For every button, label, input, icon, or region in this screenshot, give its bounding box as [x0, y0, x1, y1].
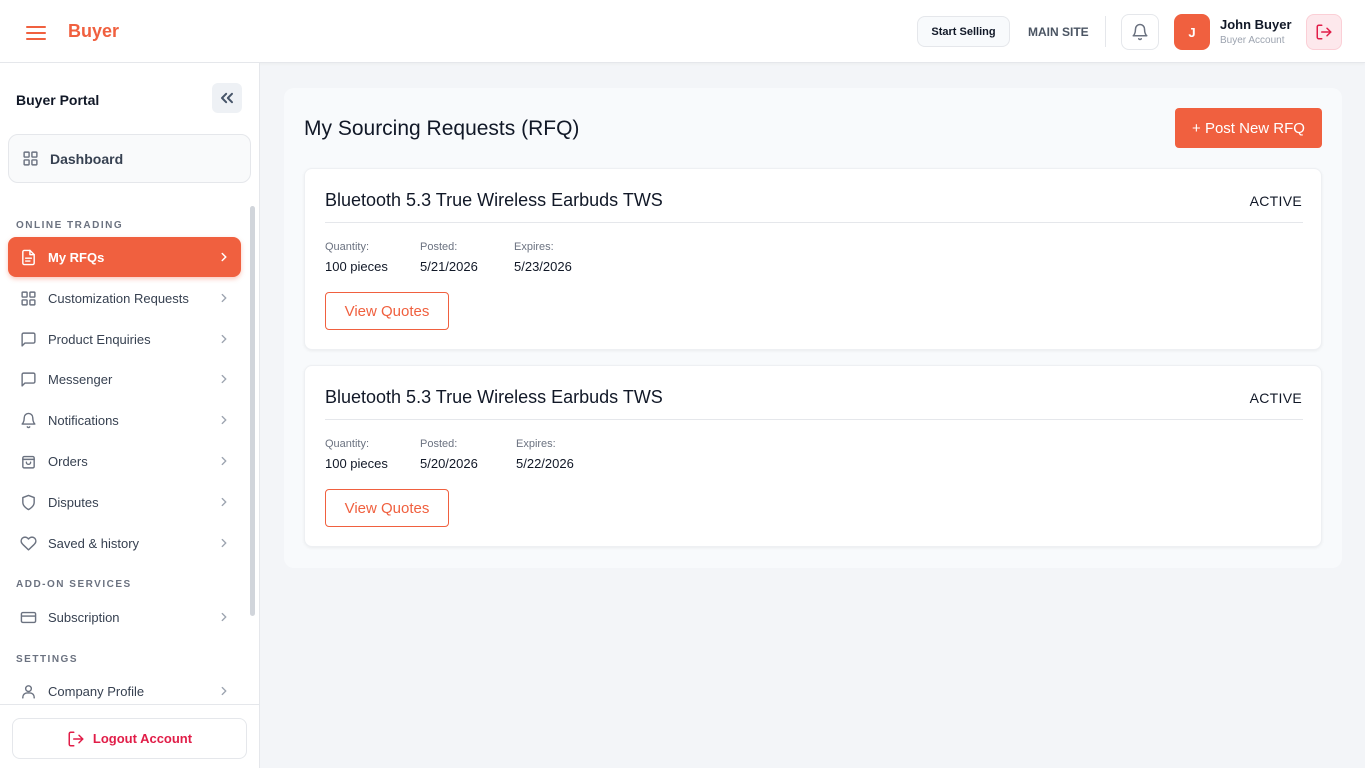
grid-icon	[23, 151, 38, 166]
quantity-label: Quantity:	[325, 438, 370, 450]
posted-value: 5/20/2026	[420, 456, 478, 471]
chevron-right-icon	[221, 415, 227, 425]
sidebar-item-subscription[interactable]: Subscription	[8, 597, 241, 637]
grid-icon	[21, 290, 36, 306]
sidebar-item-notifications[interactable]: Notifications	[8, 400, 241, 440]
brand-logo[interactable]: Buyer	[68, 21, 119, 42]
sidebar-item-disputes[interactable]: Disputes	[8, 482, 241, 522]
chevron-right-icon	[221, 538, 227, 548]
sidebar-item-label: Orders	[48, 453, 88, 469]
sidebar: Buyer Portal Dashboard ONLINE TRADING My…	[0, 63, 260, 768]
user-role: Buyer Account	[1220, 35, 1285, 46]
document-icon	[22, 249, 35, 265]
heart-icon	[20, 535, 37, 551]
sidebar-item-saved-history[interactable]: Saved & history	[8, 523, 241, 563]
user-icon	[22, 684, 35, 699]
card-icon	[20, 611, 37, 623]
status-badge: ACTIVE	[1249, 390, 1302, 406]
header-divider	[1105, 16, 1106, 47]
quantity-value: 100 pieces	[325, 259, 388, 274]
chevrons-left-icon	[221, 92, 233, 104]
sidebar-item-orders[interactable]: Orders	[8, 441, 241, 481]
sidebar-footer: Logout Account	[0, 704, 259, 768]
section-label-online-trading: ONLINE TRADING	[16, 220, 124, 231]
shield-icon	[22, 494, 35, 510]
sidebar-item-label: Notifications	[48, 412, 119, 428]
card-divider	[325, 419, 1303, 420]
page-title: My Sourcing Requests (RFQ)	[304, 117, 580, 140]
sidebar-item-label: Customization Requests	[48, 290, 189, 306]
sidebar-item-dashboard[interactable]: Dashboard	[8, 134, 251, 183]
chat-icon	[21, 331, 36, 347]
sidebar-item-label: Product Enquiries	[48, 331, 151, 347]
header-logout-button[interactable]	[1306, 14, 1342, 50]
expires-label: Expires:	[516, 438, 556, 450]
sidebar-item-messenger[interactable]: Messenger	[8, 359, 241, 399]
sidebar-item-label: Company Profile	[48, 683, 145, 699]
sidebar-item-label: Saved & history	[48, 535, 140, 551]
sidebar-item-label: Messenger	[48, 371, 113, 387]
quantity-value: 100 pieces	[325, 456, 388, 471]
chevron-right-icon	[221, 252, 227, 262]
sidebar-item-my-rfqs[interactable]: My RFQs	[8, 237, 241, 277]
chevron-right-icon	[221, 334, 227, 344]
card-divider	[325, 222, 1303, 223]
logout-icon	[1316, 24, 1332, 40]
top-header: Buyer Start Selling MAIN SITE J John Buy…	[0, 0, 1365, 63]
chevron-right-icon	[221, 456, 227, 466]
chevron-right-icon	[221, 293, 227, 303]
sidebar-item-product-enquiries[interactable]: Product Enquiries	[8, 319, 241, 359]
sidebar-item-label: My RFQs	[48, 249, 105, 265]
logout-label: Logout Account	[92, 731, 193, 746]
expires-value: 5/22/2026	[516, 456, 574, 471]
portal-title: Buyer Portal	[16, 92, 100, 108]
chevron-right-icon	[221, 612, 227, 622]
main-site-link[interactable]: MAIN SITE	[1028, 25, 1089, 39]
rfq-title[interactable]: Bluetooth 5.3 True Wireless Earbuds TWS	[325, 387, 663, 408]
rfq-card: Bluetooth 5.3 True Wireless Earbuds TWS …	[304, 168, 1322, 350]
rfq-card: Bluetooth 5.3 True Wireless Earbuds TWS …	[304, 365, 1322, 547]
rfq-title[interactable]: Bluetooth 5.3 True Wireless Earbuds TWS	[325, 190, 663, 211]
notifications-button[interactable]	[1121, 14, 1159, 50]
menu-icon[interactable]	[26, 24, 46, 40]
sidebar-item-label: Subscription	[48, 609, 120, 625]
user-name: John Buyer	[1220, 17, 1292, 32]
sidebar-scrollbar[interactable]	[250, 206, 255, 616]
chevron-right-icon	[221, 374, 227, 384]
chevron-right-icon	[221, 497, 227, 507]
section-label-add-on-services: ADD-ON SERVICES	[16, 579, 132, 590]
section-label-settings: SETTINGS	[16, 654, 79, 665]
chat-icon	[21, 371, 36, 387]
posted-value: 5/21/2026	[420, 259, 478, 274]
logout-button[interactable]: Logout Account	[12, 718, 247, 759]
sidebar-item-label: Dashboard	[50, 150, 124, 167]
logout-icon	[68, 731, 84, 746]
collapse-sidebar-button[interactable]	[212, 83, 242, 113]
chevron-right-icon	[221, 686, 227, 696]
view-quotes-button[interactable]: View Quotes	[325, 292, 449, 330]
avatar[interactable]: J	[1174, 14, 1210, 50]
expires-label: Expires:	[514, 241, 554, 253]
post-new-rfq-button[interactable]: + Post New RFQ	[1175, 108, 1322, 148]
posted-label: Posted:	[420, 438, 458, 450]
posted-label: Posted:	[420, 241, 458, 253]
bell-icon	[21, 412, 36, 428]
quantity-label: Quantity:	[325, 241, 370, 253]
sidebar-item-label: Disputes	[48, 494, 99, 510]
bell-icon	[1132, 23, 1148, 41]
expires-value: 5/23/2026	[514, 259, 572, 274]
status-badge: ACTIVE	[1249, 193, 1302, 209]
bag-icon	[22, 455, 35, 469]
sidebar-item-customization-requests[interactable]: Customization Requests	[8, 278, 241, 318]
start-selling-button[interactable]: Start Selling	[917, 16, 1010, 47]
view-quotes-button[interactable]: View Quotes	[325, 489, 449, 527]
